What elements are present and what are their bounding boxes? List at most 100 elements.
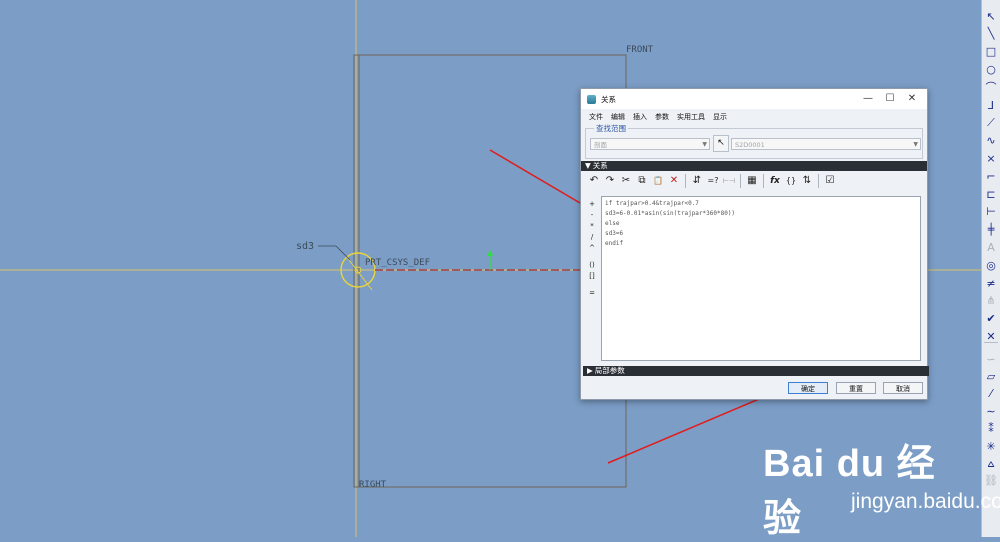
menu-edit[interactable]: 编辑 [611,112,625,122]
datum-plane-icon[interactable]: ▱ [984,369,998,383]
operator-minus-button[interactable]: - [585,210,599,221]
select-pointer-button[interactable]: ↖ [713,135,729,152]
text-icon[interactable]: A [984,240,998,254]
search-scope-group: 查找范围 剖面 ▼ ↖ S2D0001 ▼ [585,123,923,159]
copy-icon[interactable]: ⧉ [635,174,649,188]
analysis-icon[interactable]: ⩟ [984,456,998,470]
datum-point-icon[interactable]: ⁑ [984,422,998,436]
dim-label-sd3[interactable]: sd3 [296,241,314,252]
watermark-brand: Bai du 经验 [763,443,936,540]
measure-icon[interactable]: ⊢⊣ [722,174,736,188]
datum-axis-icon[interactable]: ⁄ [984,387,998,401]
relations-section-header[interactable]: ▼ 关系 [581,161,927,171]
right-label: RIGHT [359,480,387,490]
datum-csys-icon[interactable]: ✳ [984,439,998,453]
relations-editor[interactable]: if trajpar>0.4&trajpar<0.7 sd3=6-0.01*as… [601,196,921,361]
menu-utilities[interactable]: 实用工具 [677,112,705,122]
cut-icon[interactable]: ✂ [619,174,633,188]
menu-file[interactable]: 文件 [589,112,603,122]
watermark-url: jingyan.baidu.com [851,490,1000,513]
menu-insert[interactable]: 插入 [633,112,647,122]
offset-icon[interactable]: ⊏ [984,187,998,201]
baidu-watermark: Bai du 经验 jingyan.baidu.com [763,432,1000,540]
check-icon[interactable]: ☑ [823,174,837,188]
green-axis-arrowhead [487,250,493,256]
sort-icon[interactable]: ⇅ [800,174,814,188]
minimize-button[interactable]: — [861,92,875,106]
dialog-app-icon [587,94,596,104]
braces-icon[interactable]: {} [784,174,798,188]
dim-leader-2 [335,245,351,261]
undo-icon[interactable]: ↶ [587,174,601,188]
trim-icon[interactable]: ≠ [984,276,998,290]
local-params-header[interactable]: ▶ 局部参数 [583,366,929,376]
circle-icon[interactable]: ○ [984,62,998,76]
paste-icon[interactable]: 📋 [651,174,665,188]
point-icon[interactable]: × [984,151,998,165]
constraint-icon[interactable]: ╪ [984,223,998,237]
toolbar-separator [685,174,686,188]
operator-equals-button[interactable]: = [585,288,599,299]
cancel-button[interactable]: 取消 [883,382,923,394]
toolbar-separator [818,174,819,188]
palette-icon[interactable]: ◎ [984,258,998,272]
mirror-icon[interactable]: ⋔ [984,294,998,308]
arc-icon[interactable]: ⌒ [984,80,998,94]
search-scope-label: 查找范围 [594,123,628,134]
dimension-icon[interactable]: ⊢ [984,205,998,219]
scope-item-select[interactable]: S2D0001 ▼ [731,138,921,150]
rectangle-icon[interactable]: □ [984,45,998,59]
operator-parens-button[interactable]: () [585,260,599,271]
chevron-down-icon: ▼ [702,141,707,148]
chain-icon[interactable]: ⛓ [984,474,998,488]
operator-multiply-button[interactable]: * [585,221,599,232]
dialog-menubar: 文件 编辑 插入 参数 实用工具 显示 [581,109,927,125]
operator-plus-button[interactable]: + [585,199,599,210]
relations-header-label: 关系 [592,161,608,170]
csys-label: PRT_CSYS_DEF [365,258,431,268]
operator-brackets-button[interactable]: [] [585,271,599,282]
scope-type-value: 剖面 [594,141,607,149]
right-toolbar: ↖ ╲ □ ○ ⌒ ⅃ ⟋ ∿ × ⌐ ⊏ ⊢ ╪ A ◎ ≠ ⋔ ✔ ✕ ∽ ▱ ⁄ ∼ ⁑ ✳ ⩟ ⛓ [981,0,1000,537]
red-arrow-1 [489,149,593,211]
datum-sketch-icon[interactable]: ∼ [984,404,998,418]
fillet-icon[interactable]: ⅃ [984,98,998,112]
toolbar-separator [763,174,764,188]
collapse-triangle-icon: ▼ [585,161,591,170]
switch-dims-icon[interactable]: ⇵ [690,174,704,188]
menu-display[interactable]: 显示 [713,112,727,122]
dialog-title: 关系 [601,94,616,104]
datum-curve-icon[interactable]: ∽ [984,352,998,366]
evaluate-icon[interactable]: =? [706,174,720,188]
dialog-titlebar[interactable]: 关系 — ☐ ✕ [581,89,927,109]
pointer-icon[interactable]: ↖ [984,9,998,23]
function-icon[interactable]: fx [768,174,782,188]
front-label: FRONT [626,45,654,55]
redo-icon[interactable]: ↷ [603,174,617,188]
local-params-label: 局部参数 [594,366,625,375]
toolbar-separator [984,342,998,343]
menu-parameters[interactable]: 参数 [655,112,669,122]
scope-item-value: S2D0001 [735,141,765,149]
coordinate-system-icon[interactable]: ⌐ [984,169,998,183]
spline-icon[interactable]: ∿ [984,134,998,148]
param-icon[interactable]: ▦ [745,174,759,188]
toolbar-separator [740,174,741,188]
operator-power-button[interactable]: ^ [585,243,599,254]
delete-icon[interactable]: ✕ [667,174,681,188]
ok-icon[interactable]: ✔ [984,312,998,326]
relations-toolbar: ↶ ↷ ✂ ⧉ 📋 ✕ ⇵ =? ⊢⊣ ▦ fx {} ⇅ ☑ [581,171,927,191]
relations-dialog: 关系 — ☐ ✕ 文件 编辑 插入 参数 实用工具 显示 查找范围 剖面 ▼ ↖… [580,88,929,400]
chamfer-icon[interactable]: ⟋ [984,116,998,130]
close-button[interactable]: ✕ [905,92,919,106]
expand-triangle-icon: ▶ [587,366,593,375]
operator-column: + - * / ^ () [] = [585,199,599,299]
chevron-down-icon: ▼ [913,141,918,148]
line-icon[interactable]: ╲ [984,27,998,41]
ok-button[interactable]: 确定 [788,382,828,394]
operator-divide-button[interactable]: / [585,232,599,243]
reset-button[interactable]: 重置 [836,382,876,394]
scope-type-select[interactable]: 剖面 ▼ [590,138,710,150]
red-arrow-2 [607,390,779,464]
maximize-button[interactable]: ☐ [883,92,897,106]
